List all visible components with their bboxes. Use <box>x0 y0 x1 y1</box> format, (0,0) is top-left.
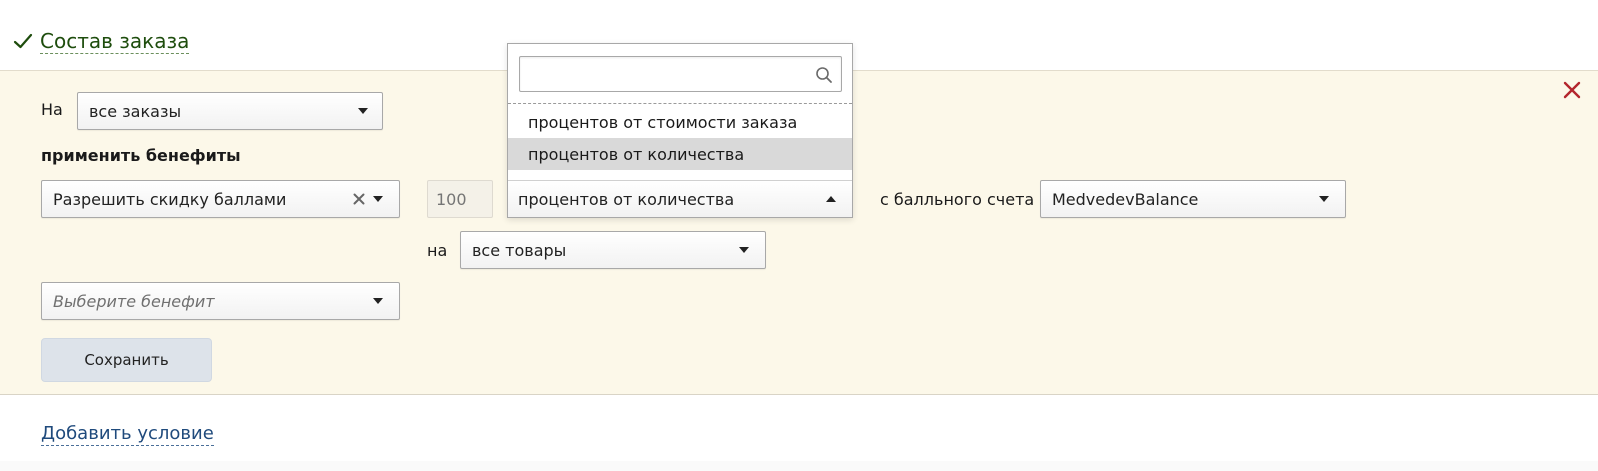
new-benefit-select[interactable]: Выберите бенефит <box>41 282 400 320</box>
apply-benefits-label: применить бенефиты <box>41 146 241 165</box>
section-header: Состав заказа <box>12 26 190 56</box>
benefit-value: Разрешить скидку баллами <box>53 189 287 209</box>
on-label: На <box>41 100 63 119</box>
add-condition-link[interactable]: Добавить условие <box>41 423 214 446</box>
clear-icon[interactable] <box>353 193 365 205</box>
unit-dropdown[interactable]: процентов от стоимости заказа процентов … <box>507 43 853 218</box>
order-scope-select[interactable]: все заказы <box>77 92 383 130</box>
account-select[interactable]: MedvedevBalance <box>1040 180 1346 218</box>
chevron-down-icon <box>1319 196 1329 202</box>
account-label: с балльного счета <box>880 190 1035 209</box>
unit-value: процентов от количества <box>518 189 735 209</box>
chevron-down-icon <box>358 108 368 114</box>
search-icon <box>816 67 832 83</box>
chevron-up-icon <box>826 196 836 202</box>
dropdown-option-selected[interactable]: процентов от количества <box>508 138 852 170</box>
chevron-down-icon <box>373 196 383 202</box>
account-value: MedvedevBalance <box>1052 189 1199 209</box>
dropdown-search-box[interactable] <box>519 56 842 92</box>
check-icon <box>13 33 33 49</box>
save-button[interactable]: Сохранить <box>41 338 212 382</box>
goods-select[interactable]: все товары <box>460 231 766 269</box>
order-scope-value: все заказы <box>89 101 182 121</box>
goods-value: все товары <box>472 240 567 260</box>
section-title-link[interactable]: Состав заказа <box>40 29 190 54</box>
close-icon[interactable] <box>1562 80 1582 100</box>
amount-input[interactable] <box>427 180 493 218</box>
benefit-select[interactable]: Разрешить скидку баллами <box>41 180 400 218</box>
dropdown-option[interactable]: процентов от стоимости заказа <box>508 106 852 138</box>
chevron-down-icon <box>739 247 749 253</box>
goods-label: на <box>427 241 448 260</box>
dropdown-search-area <box>508 44 852 104</box>
bottom-strip <box>0 461 1598 471</box>
unit-select[interactable]: процентов от количества <box>508 180 852 217</box>
dropdown-search-input[interactable] <box>520 57 841 91</box>
new-benefit-placeholder: Выберите бенефит <box>53 291 215 311</box>
chevron-down-icon <box>373 298 383 304</box>
